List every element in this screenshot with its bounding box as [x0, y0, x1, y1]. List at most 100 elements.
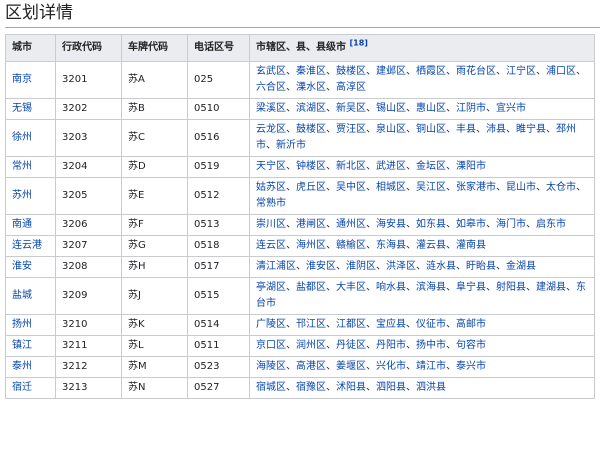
district-link[interactable]: 常熟市: [256, 198, 286, 209]
district-link[interactable]: 海门市: [496, 219, 526, 230]
district-link[interactable]: 丹阳市: [376, 340, 406, 351]
district-link[interactable]: 江都区: [336, 319, 366, 330]
district-link[interactable]: 梁溪区: [256, 103, 286, 114]
district-link[interactable]: 沛县: [486, 124, 506, 135]
district-link[interactable]: 洪泽区: [386, 261, 416, 272]
district-link[interactable]: 丰县: [456, 124, 476, 135]
district-link[interactable]: 盐都区: [296, 282, 326, 293]
district-link[interactable]: 武进区: [376, 161, 406, 172]
district-link[interactable]: 泉山区: [376, 124, 406, 135]
city-link[interactable]: 镇江: [12, 340, 32, 351]
district-link[interactable]: 惠山区: [416, 103, 446, 114]
district-link[interactable]: 新北区: [336, 161, 366, 172]
district-link[interactable]: 宿城区: [256, 382, 286, 393]
district-link[interactable]: 涟水县: [426, 261, 456, 272]
district-link[interactable]: 铜山区: [416, 124, 446, 135]
district-link[interactable]: 海陵区: [256, 361, 286, 372]
district-link[interactable]: 鼓楼区: [296, 124, 326, 135]
district-link[interactable]: 金湖县: [506, 261, 536, 272]
district-link[interactable]: 钟楼区: [296, 161, 326, 172]
city-link[interactable]: 徐州: [12, 132, 32, 143]
district-link[interactable]: 浦口区: [546, 66, 576, 77]
district-link[interactable]: 邗江区: [296, 319, 326, 330]
district-link[interactable]: 海州区: [296, 240, 326, 251]
district-link[interactable]: 广陵区: [256, 319, 286, 330]
district-link[interactable]: 溧水区: [296, 82, 326, 93]
city-link[interactable]: 淮安: [12, 261, 32, 272]
district-link[interactable]: 宝应县: [376, 319, 406, 330]
district-link[interactable]: 玄武区: [256, 66, 286, 77]
district-link[interactable]: 吴江区: [416, 182, 446, 193]
district-link[interactable]: 润州区: [296, 340, 326, 351]
district-link[interactable]: 姑苏区: [256, 182, 286, 193]
district-link[interactable]: 六合区: [256, 82, 286, 93]
district-link[interactable]: 兴化市: [376, 361, 406, 372]
district-link[interactable]: 天宁区: [256, 161, 286, 172]
district-link[interactable]: 崇川区: [256, 219, 286, 230]
district-link[interactable]: 金坛区: [416, 161, 446, 172]
city-link[interactable]: 宿迁: [12, 382, 32, 393]
district-link[interactable]: 建邺区: [376, 66, 406, 77]
district-link[interactable]: 灌南县: [456, 240, 486, 251]
district-link[interactable]: 太仓市: [546, 182, 576, 193]
district-link[interactable]: 清江浦区: [256, 261, 296, 272]
district-link[interactable]: 句容市: [456, 340, 486, 351]
district-link[interactable]: 宜兴市: [496, 103, 526, 114]
district-link[interactable]: 东海县: [376, 240, 406, 251]
district-link[interactable]: 灌云县: [416, 240, 446, 251]
district-link[interactable]: 溧阳市: [456, 161, 486, 172]
district-link[interactable]: 海安县: [376, 219, 406, 230]
district-link[interactable]: 亭湖区: [256, 282, 286, 293]
city-link[interactable]: 扬州: [12, 319, 32, 330]
district-link[interactable]: 虎丘区: [296, 182, 326, 193]
district-link[interactable]: 睢宁县: [516, 124, 546, 135]
district-link[interactable]: 鼓楼区: [336, 66, 366, 77]
district-link[interactable]: 锡山区: [376, 103, 406, 114]
district-link[interactable]: 滨海县: [416, 282, 446, 293]
reference-link[interactable]: [18]: [349, 39, 367, 48]
district-link[interactable]: 秦淮区: [296, 66, 326, 77]
city-link[interactable]: 盐城: [12, 290, 32, 301]
district-link[interactable]: 沭阳县: [336, 382, 366, 393]
district-link[interactable]: 高港区: [296, 361, 326, 372]
district-link[interactable]: 相城区: [376, 182, 406, 193]
city-link[interactable]: 常州: [12, 161, 32, 172]
district-link[interactable]: 响水县: [376, 282, 406, 293]
district-link[interactable]: 大丰区: [336, 282, 366, 293]
district-link[interactable]: 贾汪区: [336, 124, 366, 135]
district-link[interactable]: 新沂市: [276, 140, 306, 151]
district-link[interactable]: 江阴市: [456, 103, 486, 114]
city-link[interactable]: 苏州: [12, 190, 32, 201]
district-link[interactable]: 如东县: [416, 219, 446, 230]
district-link[interactable]: 栖霞区: [416, 66, 446, 77]
district-link[interactable]: 如皋市: [456, 219, 486, 230]
district-link[interactable]: 新吴区: [336, 103, 366, 114]
district-link[interactable]: 扬中市: [416, 340, 446, 351]
district-link[interactable]: 雨花台区: [456, 66, 496, 77]
district-link[interactable]: 高淳区: [336, 82, 366, 93]
district-link[interactable]: 丹徒区: [336, 340, 366, 351]
district-link[interactable]: 京口区: [256, 340, 286, 351]
district-link[interactable]: 宿豫区: [296, 382, 326, 393]
district-link[interactable]: 高邮市: [456, 319, 486, 330]
district-link[interactable]: 淮安区: [306, 261, 336, 272]
district-link[interactable]: 盱眙县: [466, 261, 496, 272]
district-link[interactable]: 张家港市: [456, 182, 496, 193]
district-link[interactable]: 阜宁县: [456, 282, 486, 293]
district-link[interactable]: 启东市: [536, 219, 566, 230]
city-link[interactable]: 连云港: [12, 240, 42, 251]
city-link[interactable]: 南京: [12, 74, 32, 85]
district-link[interactable]: 建湖县: [536, 282, 566, 293]
district-link[interactable]: 赣榆区: [336, 240, 366, 251]
district-link[interactable]: 江宁区: [506, 66, 536, 77]
district-link[interactable]: 昆山市: [506, 182, 536, 193]
district-link[interactable]: 泗洪县: [416, 382, 446, 393]
district-link[interactable]: 港闸区: [296, 219, 326, 230]
district-link[interactable]: 靖江市: [416, 361, 446, 372]
district-link[interactable]: 泗阳县: [376, 382, 406, 393]
district-link[interactable]: 射阳县: [496, 282, 526, 293]
city-link[interactable]: 南通: [12, 219, 32, 230]
district-link[interactable]: 仪征市: [416, 319, 446, 330]
district-link[interactable]: 通州区: [336, 219, 366, 230]
district-link[interactable]: 姜堰区: [336, 361, 366, 372]
